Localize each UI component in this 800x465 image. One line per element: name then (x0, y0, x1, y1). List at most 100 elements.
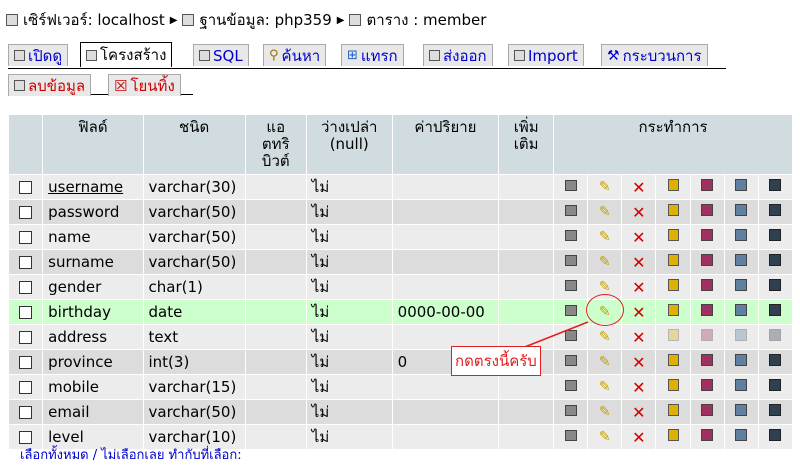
delete-button[interactable]: ✕ (622, 200, 656, 224)
row-checkbox[interactable] (9, 225, 43, 249)
browse-distinct-button[interactable] (554, 300, 588, 324)
primary-key-button[interactable] (656, 325, 690, 349)
tab-import[interactable]: Import (508, 44, 584, 66)
browse-distinct-button[interactable] (554, 325, 588, 349)
primary-key-button[interactable] (656, 225, 690, 249)
tab-operations[interactable]: ⚒ กระบวนการ (601, 44, 708, 66)
browse-distinct-button[interactable] (554, 275, 588, 299)
edit-button[interactable]: ✎ (588, 275, 622, 299)
index-button[interactable] (724, 375, 758, 399)
delete-button[interactable]: ✕ (622, 325, 656, 349)
primary-key-button[interactable] (656, 350, 690, 374)
unique-button[interactable] (690, 400, 724, 424)
tab-search[interactable]: ⚲ ค้นหา (263, 44, 327, 66)
primary-key-button[interactable] (656, 375, 690, 399)
delete-button[interactable]: ✕ (622, 250, 656, 274)
index-button[interactable] (724, 325, 758, 349)
unique-button[interactable] (690, 250, 724, 274)
unique-button[interactable] (690, 350, 724, 374)
row-checkbox[interactable] (9, 250, 43, 274)
edit-button[interactable]: ✎ (588, 300, 622, 324)
primary-key-button[interactable] (656, 200, 690, 224)
tab-sql[interactable]: SQL (193, 44, 249, 66)
fulltext-button[interactable] (758, 400, 792, 424)
fulltext-button[interactable] (758, 250, 792, 274)
primary-key-button[interactable] (656, 425, 690, 449)
edit-button[interactable]: ✎ (588, 175, 622, 199)
edit-button[interactable]: ✎ (588, 425, 622, 449)
breadcrumb-database[interactable]: ฐานข้อมูล: php359 (199, 8, 331, 32)
row-checkbox[interactable] (9, 200, 43, 224)
fulltext-button[interactable] (758, 225, 792, 249)
primary-key-button[interactable] (656, 275, 690, 299)
index-button[interactable] (724, 275, 758, 299)
unique-button[interactable] (690, 425, 724, 449)
index-button[interactable] (724, 200, 758, 224)
edit-button[interactable]: ✎ (588, 250, 622, 274)
edit-button[interactable]: ✎ (588, 350, 622, 374)
edit-button[interactable]: ✎ (588, 375, 622, 399)
browse-distinct-button[interactable] (554, 425, 588, 449)
row-checkbox[interactable] (9, 175, 43, 199)
delete-button[interactable]: ✕ (622, 375, 656, 399)
fulltext-button[interactable] (758, 175, 792, 199)
unique-button[interactable] (690, 300, 724, 324)
browse-distinct-button[interactable] (554, 350, 588, 374)
primary-key-button[interactable] (656, 175, 690, 199)
tab-browse[interactable]: เปิดดู (8, 44, 69, 66)
row-checkbox[interactable] (9, 375, 43, 399)
browse-distinct-button[interactable] (554, 175, 588, 199)
tab-empty[interactable]: ลบข้อมูล (8, 74, 92, 96)
row-checkbox[interactable] (9, 325, 43, 349)
primary-key-button[interactable] (656, 250, 690, 274)
row-checkbox[interactable] (9, 300, 43, 324)
index-button[interactable] (724, 225, 758, 249)
edit-button[interactable]: ✎ (588, 225, 622, 249)
fulltext-button[interactable] (758, 350, 792, 374)
unique-button[interactable] (690, 375, 724, 399)
fulltext-button[interactable] (758, 300, 792, 324)
delete-button[interactable]: ✕ (622, 175, 656, 199)
index-button[interactable] (724, 400, 758, 424)
breadcrumb-table[interactable]: ตาราง : member (366, 8, 486, 32)
fulltext-button[interactable] (758, 325, 792, 349)
breadcrumb-server[interactable]: เซิร์ฟเวอร์: localhost (23, 8, 165, 32)
browse-distinct-button[interactable] (554, 225, 588, 249)
primary-key-button[interactable] (656, 300, 690, 324)
row-checkbox[interactable] (9, 350, 43, 374)
tab-drop[interactable]: ☒ โยนทิ้ง (108, 74, 181, 96)
row-checkbox[interactable] (9, 400, 43, 424)
unique-button[interactable] (690, 175, 724, 199)
delete-button[interactable]: ✕ (622, 300, 656, 324)
unique-button[interactable] (690, 325, 724, 349)
delete-button[interactable]: ✕ (622, 350, 656, 374)
delete-button[interactable]: ✕ (622, 225, 656, 249)
tab-structure[interactable]: โครงสร้าง (80, 42, 173, 67)
index-button[interactable] (724, 350, 758, 374)
delete-button[interactable]: ✕ (622, 275, 656, 299)
index-button[interactable] (724, 250, 758, 274)
unique-button[interactable] (690, 225, 724, 249)
index-button[interactable] (724, 425, 758, 449)
tab-insert[interactable]: ⊞ แทรก (341, 44, 404, 66)
footer-select-all[interactable]: เลือกทั้งหมด / ไม่เลือกเลย ทำกับที่เลือก… (20, 444, 242, 465)
fulltext-button[interactable] (758, 425, 792, 449)
unique-button[interactable] (690, 200, 724, 224)
index-button[interactable] (724, 300, 758, 324)
browse-distinct-button[interactable] (554, 400, 588, 424)
edit-button[interactable]: ✎ (588, 200, 622, 224)
fulltext-button[interactable] (758, 275, 792, 299)
row-checkbox[interactable] (9, 275, 43, 299)
edit-button[interactable]: ✎ (588, 325, 622, 349)
browse-distinct-button[interactable] (554, 250, 588, 274)
primary-key-button[interactable] (656, 400, 690, 424)
unique-button[interactable] (690, 275, 724, 299)
header-field[interactable]: ฟิลด์ (43, 115, 143, 174)
browse-distinct-button[interactable] (554, 200, 588, 224)
browse-distinct-button[interactable] (554, 375, 588, 399)
delete-button[interactable]: ✕ (622, 425, 656, 449)
index-button[interactable] (724, 175, 758, 199)
tab-export[interactable]: ส่งออก (423, 44, 493, 66)
fulltext-button[interactable] (758, 200, 792, 224)
delete-button[interactable]: ✕ (622, 400, 656, 424)
